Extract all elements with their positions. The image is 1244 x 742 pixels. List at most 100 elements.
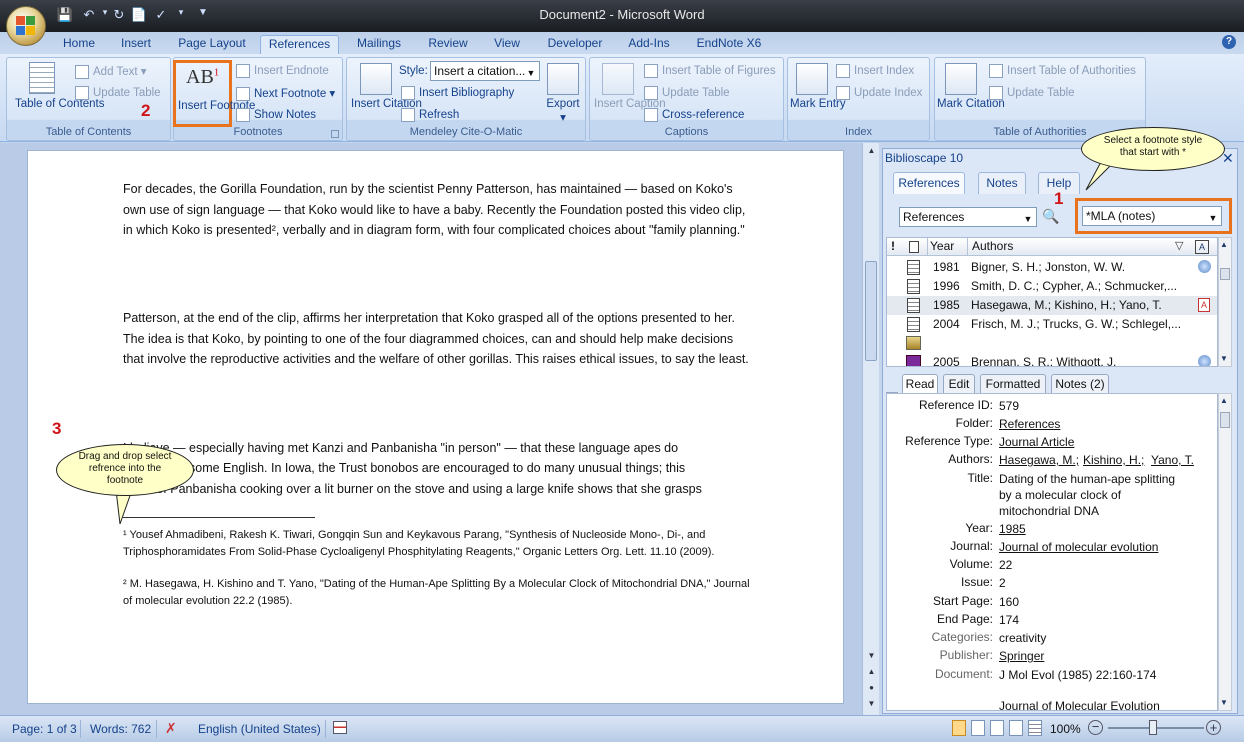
macro-record-icon[interactable] [333,721,347,734]
customize-icon[interactable]: ▼ [194,7,212,23]
language-indicator[interactable]: English (United States) [198,722,321,736]
reference-list[interactable]: ! Year Authors ▽ A 1981 Bigner, S. H.; J… [886,237,1218,367]
select-browse-object-icon[interactable]: ● [864,683,879,697]
table-row[interactable]: 2005 Brennan, S. R.; Withgott, J. [887,353,1217,366]
attachment-column-icon[interactable]: A [1195,240,1209,254]
footnote-2[interactable]: ² M. Hasegawa, H. Kishino and T. Yano, "… [123,576,753,609]
insert-citation-button[interactable]: Insert Citation [351,98,422,111]
authorities-update-table-button[interactable]: Update Table [989,86,1075,100]
show-notes-button[interactable]: Show Notes [236,108,316,122]
scroll-thumb[interactable] [1220,412,1230,428]
insert-footnote-button[interactable]: Insert Footnote [178,100,255,113]
scroll-up-icon[interactable]: ▲ [864,146,879,160]
spelling-icon[interactable]: ✓ [152,7,170,23]
tab-insert[interactable]: Insert [113,35,159,54]
zoom-in-icon[interactable]: + [1206,720,1221,735]
full-screen-reading-icon[interactable] [971,720,985,736]
reference-type-link[interactable]: Journal Article [999,434,1074,450]
office-button[interactable] [6,6,46,46]
qat-dropdown-icon[interactable]: ▾ [172,7,190,23]
next-page-icon[interactable]: ▼ [864,699,879,713]
globe-icon[interactable] [1198,260,1211,273]
tab-mailings[interactable]: Mailings [349,35,409,54]
zoom-out-icon[interactable]: − [1088,720,1103,735]
tab-view[interactable]: View [486,35,528,54]
save-icon[interactable]: 💾 [56,7,74,23]
paragraph-3-line-1[interactable]: I believe — especially having met Kanzi … [123,438,753,459]
paragraph-1[interactable]: For decades, the Gorilla Foundation, run… [123,179,753,241]
reference-list-scrollbar[interactable]: ▲ ▼ [1218,237,1232,367]
draft-icon[interactable] [1028,720,1042,736]
tab-review[interactable]: Review [420,35,476,54]
priority-icon[interactable]: ! [891,239,895,253]
style-combo[interactable]: Insert a citation... ▼ [430,61,540,81]
author-link[interactable]: Hasegawa, M.; [999,452,1079,468]
zoom-slider-thumb[interactable] [1149,720,1157,735]
search-icon[interactable]: 🔍 [1042,208,1059,225]
tab-developer[interactable]: Developer [541,35,609,54]
paragraph-3-line-3[interactable]: video of Panbanisha cooking over a lit b… [123,479,753,500]
document-scrollbar[interactable]: ▲ ▼ ▲ ● ▼ [862,143,879,715]
zoom-level[interactable]: 100% [1050,722,1081,736]
source-combo[interactable]: References ▼ [899,207,1037,227]
add-text-button[interactable]: Add Text ▾ [75,64,147,79]
scroll-down-icon[interactable]: ▼ [864,651,879,665]
tab-formatted[interactable]: Formatted [980,374,1046,393]
scroll-up-icon[interactable]: ▲ [1220,240,1228,249]
mark-entry-button[interactable]: Mark Entry [790,98,846,111]
filter-icon[interactable]: ▽ [1175,239,1183,252]
outline-icon[interactable] [1009,720,1023,736]
tab-read[interactable]: Read [902,374,938,393]
journal-link[interactable]: Journal of molecular evolution [999,539,1158,555]
footnote-style-combo[interactable]: *MLA (notes) ▼ [1082,206,1222,226]
print-preview-icon[interactable]: 📄 [130,7,148,23]
footnote-1[interactable]: ¹ Yousef Ahmadibeni, Rakesh K. Tiwari, G… [123,527,753,560]
globe-icon[interactable] [1198,355,1211,366]
tab-notes[interactable]: Notes [978,172,1026,194]
tab-edit[interactable]: Edit [943,374,975,393]
insert-table-of-authorities-button[interactable]: Insert Table of Authorities [989,64,1136,78]
pdf-icon[interactable]: A [1198,298,1210,312]
tab-add-ins[interactable]: Add-Ins [621,35,677,54]
detail-scrollbar[interactable]: ▲ ▼ [1218,393,1232,711]
print-layout-icon[interactable] [952,720,966,736]
insert-bibliography-button[interactable]: Insert Bibliography [401,86,514,100]
scroll-down-icon[interactable]: ▼ [1220,354,1228,363]
proofing-icon[interactable]: ✗ [165,720,177,737]
insert-endnote-button[interactable]: Insert Endnote [236,64,329,78]
tab-notes-count[interactable]: Notes (2) [1051,374,1109,393]
paragraph-2[interactable]: Patterson, at the end of the clip, affir… [123,308,753,370]
word-count[interactable]: Words: 762 [90,722,151,736]
dialog-launcher-icon[interactable] [331,130,339,138]
table-row[interactable]: 1996 Smith, D. C.; Cypher, A.; Schmucker… [887,277,1217,296]
table-row-selected[interactable]: 1985 Hasegawa, M.; Kishino, H.; Yano, T.… [887,296,1217,315]
author-link[interactable]: Yano, T. [1151,452,1194,468]
captions-update-table-button[interactable]: Update Table [644,86,730,100]
tab-page-layout[interactable]: Page Layout [172,35,252,54]
insert-index-button[interactable]: Insert Index [836,64,914,78]
table-of-contents-button[interactable]: Table of Contents [15,98,105,111]
help-icon[interactable]: ? [1222,35,1236,49]
tab-home[interactable]: Home [56,35,102,54]
publisher-link[interactable]: Springer [999,648,1044,664]
document-column-icon[interactable] [909,241,919,253]
scroll-down-icon[interactable]: ▼ [1220,698,1228,707]
insert-caption-button[interactable]: Insert Caption [594,98,666,111]
table-row[interactable]: 2004 Frisch, M. J.; Trucks, G. W.; Schle… [887,315,1217,334]
column-year[interactable]: Year [930,238,954,256]
author-link[interactable]: Kishino, H.; [1083,452,1144,468]
column-authors[interactable]: Authors [972,238,1013,256]
mark-citation-button[interactable]: Mark Citation [937,98,1005,111]
page-count[interactable]: Page: 1 of 3 [12,722,77,736]
update-index-button[interactable]: Update Index [836,86,922,100]
scroll-up-icon[interactable]: ▲ [1220,396,1228,405]
tab-endnote[interactable]: EndNote X6 [690,35,768,54]
web-layout-icon[interactable] [990,720,1004,736]
update-table-button[interactable]: Update Table [75,86,161,100]
folder-link[interactable]: References [999,416,1060,432]
tab-references[interactable]: References [260,35,339,54]
insert-table-of-figures-button[interactable]: Insert Table of Figures [644,64,776,78]
scroll-thumb[interactable] [865,261,877,361]
table-row[interactable] [887,334,1217,353]
export-button[interactable]: Export ▾ [543,98,583,124]
